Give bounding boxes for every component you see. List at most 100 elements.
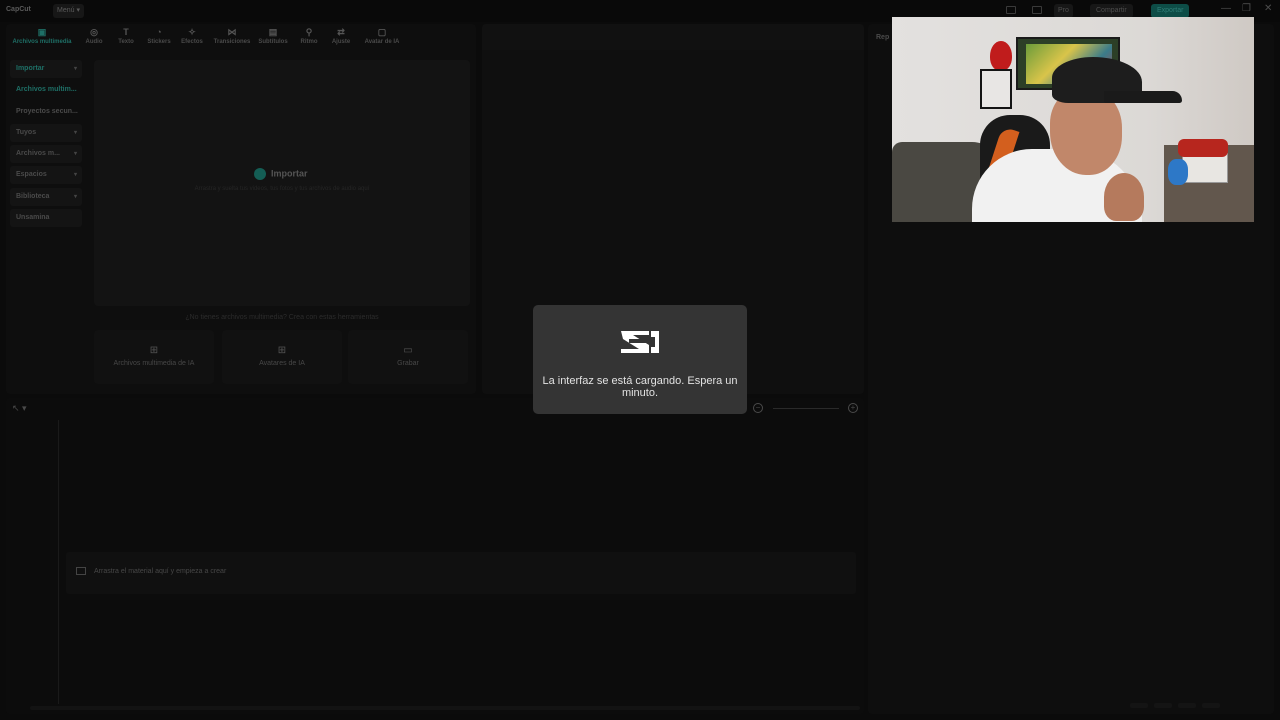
ai-avatars-card[interactable]: ⊞ Avatares de IA [222,330,342,384]
record-card[interactable]: ▭ Grabar [348,330,468,384]
close-icon[interactable]: ✕ [1264,3,1272,14]
light-box [1182,153,1228,183]
restore-icon[interactable]: ❐ [1242,3,1251,14]
effects-icon: ✧ [188,27,196,37]
export-button[interactable]: Exportar [1151,4,1190,18]
sticker-icon: ◔ [156,27,162,37]
sidebar-item-label: Proyectos secun... [16,107,78,115]
sidebar-item-yours[interactable]: Tuyos ▾ [10,123,82,142]
sidebar-item-label: Biblioteca [16,192,50,200]
media-panel: ▣ Archivos multimedia ◎ Audio T Texto ◔ … [6,24,476,394]
status-controls [1130,695,1250,708]
zoom-slider[interactable] [773,408,839,409]
tool-label: Subtítulos [258,39,288,45]
tool-rhythm[interactable]: ⚲ Ritmo [296,27,322,46]
tool-media[interactable]: ▣ Archivos multimedia [8,27,76,46]
sidebar-item-label: Archivos multim... [16,86,77,94]
capcut-logo-icon [621,331,659,353]
tool-subtitles[interactable]: ▤ Subtítulos [256,27,290,46]
webcam-overlay [892,17,1254,222]
playhead[interactable] [58,420,59,704]
sidebar-item-media[interactable]: Archivos multim... [10,81,82,99]
tool-label: Stickers [147,39,171,45]
chevron-down-icon: ▾ [73,66,77,72]
status-control[interactable] [1154,703,1172,708]
sidebar-item-projects[interactable]: Proyectos secun... [10,103,82,121]
sidebar-item-spaces[interactable]: Espacios ▾ [10,166,82,185]
app-logo: CapCut [6,6,31,13]
menu-button[interactable]: Menú ▾ [53,4,84,18]
tool-label: Transiciones [213,39,251,45]
timeline: ↖ ▾ − + Arrastra el material aquí y empi… [6,398,864,714]
card-label: Archivos multimedia de IA [113,360,195,367]
rhythm-icon: ⚲ [305,27,313,37]
feature-toolbar: ▣ Archivos multimedia ◎ Audio T Texto ◔ … [6,26,476,52]
drop-hint: Arrastra el material aquí y empieza a cr… [76,567,226,575]
toy-figure [1168,159,1188,185]
subtitles-icon: ▤ [268,27,278,37]
share-button[interactable]: Compartir [1090,4,1133,18]
main-track-drop-zone[interactable]: Arrastra el material aquí y empieza a cr… [66,552,856,594]
sidebar-item-label: Importar [16,65,45,72]
sidebar-item-files[interactable]: Archivos m... ▾ [10,145,82,164]
wall-frame [980,69,1012,109]
sidebar-item-label: Espacios [16,171,47,179]
zoom-control: − + [751,402,861,416]
tool-audio[interactable]: ◎ Audio [82,27,106,46]
sidebar-item-import[interactable]: Importar ▾ [10,60,82,78]
spiderman-mask [990,41,1012,71]
layout-icon[interactable] [1006,6,1016,14]
tool-label: Efectos [181,39,203,45]
tool-stickers[interactable]: ◔ Stickers [144,27,174,46]
tool-ai-avatar[interactable]: ▢ Avatar de IA [360,27,404,46]
capcut-editor-window: CapCut Menú ▾ Pro Compartir Exportar — ❐… [0,0,1280,720]
import-drop-zone[interactable]: Importar Arrastra y suelta tus videos, t… [94,60,470,306]
sidebar-item-label: Unsamina [16,214,50,222]
card-label: Grabar [397,360,419,367]
tool-text[interactable]: T Texto [114,27,138,46]
status-control[interactable] [1130,703,1148,708]
timeline-scrollbar[interactable] [30,706,860,710]
chevron-down-icon: ▾ [73,129,77,136]
ai-media-card[interactable]: ⊞ Archivos multimedia de IA [94,330,214,384]
zoom-out-icon[interactable]: − [753,403,763,413]
chevron-down-icon: ▾ [73,172,77,179]
tool-label: Ajuste [331,39,351,45]
zoom-in-icon[interactable]: + [848,403,858,413]
cap-bill [1104,91,1182,103]
tool-label: Archivos multimedia [12,39,72,45]
status-control[interactable] [1202,703,1220,708]
tool-label: Audio [85,39,103,45]
text-icon: T [123,27,129,37]
tool-label: Texto [118,39,134,45]
media-sidebar: Importar ▾ Archivos multim... Proyectos … [10,60,82,230]
media-icon: ▣ [37,27,47,37]
ai-media-icon: ⊞ [149,345,159,356]
minimize-icon[interactable]: — [1221,3,1231,14]
film-icon [76,567,86,575]
transitions-icon: ⋈ [227,27,237,37]
pro-button[interactable]: Pro [1054,4,1073,18]
chevron-down-icon: ▾ [73,151,77,158]
tool-effects[interactable]: ✧ Efectos [178,27,206,46]
person-hand [1104,173,1144,221]
tool-adjust[interactable]: ⇄ Ajuste [328,28,354,46]
import-button[interactable]: Importar [254,168,308,180]
ai-avatar-icon: ▢ [377,27,387,37]
audio-icon: ◎ [90,27,98,37]
no-files-text: ¿No tienes archivos multimedia? Crea con… [185,314,379,321]
player-header [482,24,864,50]
select-tool-icon[interactable]: ↖ ▾ [12,403,27,414]
loading-dialog: La interfaz se está cargando. Espera un … [533,305,747,414]
chevron-down-icon: ▾ [73,193,77,200]
sidebar-item-library[interactable]: Biblioteca ▾ [10,187,82,206]
drop-hint-text: Arrastra el material aquí y empieza a cr… [94,567,227,575]
import-label: Importar [271,168,308,179]
status-control[interactable] [1178,703,1196,708]
sidebar-item-other[interactable]: Unsamina [10,209,82,228]
camera-icon: ▭ [403,345,413,356]
loading-message: La interfaz se está cargando. Espera un … [542,375,738,399]
tool-label: Ritmo [300,39,318,45]
tool-transitions[interactable]: ⋈ Transiciones [210,27,254,46]
shortcut-icon[interactable] [1032,6,1042,14]
